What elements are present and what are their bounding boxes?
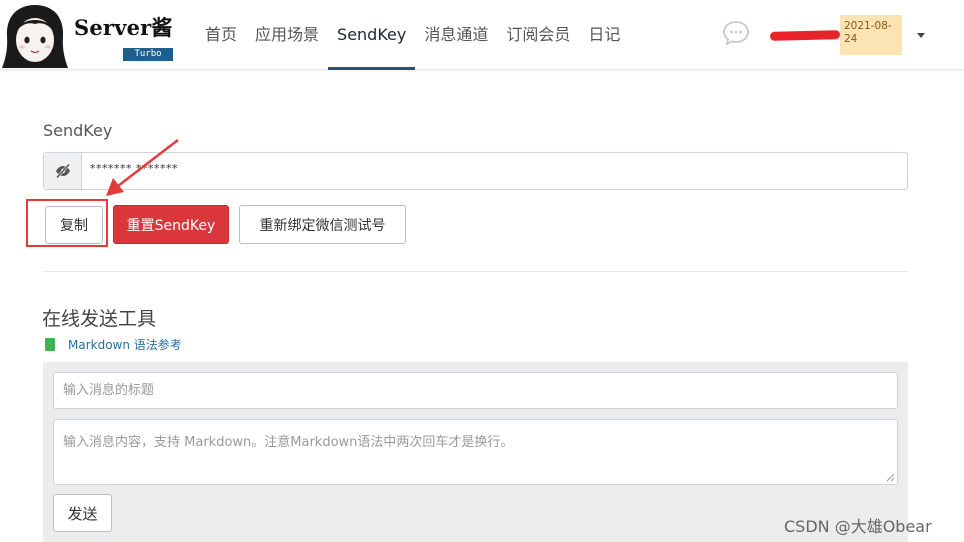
date-badge: 2021-08- 24: [840, 15, 902, 55]
caret-down-icon[interactable]: [917, 33, 925, 38]
reset-sendkey-button[interactable]: 重置SendKey: [113, 205, 229, 244]
tool-title: 在线发送工具: [42, 308, 157, 330]
markdown-reference-link[interactable]: Markdown 语法参考: [45, 336, 182, 352]
nav-sendkey[interactable]: SendKey: [328, 0, 416, 70]
turbo-badge: Turbo: [123, 48, 173, 61]
content-placeholder: 输入消息内容，支持 Markdown。注意Markdown语法中两次回车才是换行…: [63, 435, 514, 450]
date-badge-line1: 2021-08-: [844, 20, 892, 32]
book-icon: [45, 337, 55, 351]
annotation-highlight-box: [26, 199, 108, 247]
resize-grip-icon[interactable]: [886, 473, 895, 482]
message-title-input[interactable]: 输入消息的标题: [53, 372, 898, 409]
main-nav: 首页 应用场景 SendKey 消息通道 订阅会员 日记: [196, 0, 629, 70]
date-badge-line2: 24: [844, 33, 858, 45]
nav-membership[interactable]: 订阅会员: [497, 0, 579, 70]
eye-slash-icon: [56, 163, 70, 179]
nav-scenarios[interactable]: 应用场景: [246, 0, 328, 70]
section-divider: [43, 271, 908, 272]
top-navbar: Server酱 Turbo 首页 应用场景 SendKey 消息通道 订阅会员 …: [0, 0, 964, 70]
toggle-visibility-button[interactable]: [44, 153, 82, 189]
nav-diary[interactable]: 日记: [579, 0, 629, 70]
nav-home[interactable]: 首页: [196, 0, 246, 70]
sendkey-input[interactable]: ******* *******: [90, 162, 890, 175]
markdown-link-label: Markdown 语法参考: [68, 337, 182, 352]
site-title[interactable]: Server酱: [74, 12, 173, 42]
sendkey-label: SendKey: [43, 121, 113, 140]
rebind-wechat-button[interactable]: 重新绑定微信测试号: [239, 205, 406, 244]
redacted-username: [769, 30, 841, 41]
nav-channels[interactable]: 消息通道: [415, 0, 497, 70]
avatar-logo-icon[interactable]: [2, 2, 68, 68]
chat-bubble-icon[interactable]: [721, 19, 751, 47]
send-button[interactable]: 发送: [53, 494, 112, 532]
sendkey-field: ******* *******: [43, 152, 908, 190]
message-content-textarea[interactable]: 输入消息内容，支持 Markdown。注意Markdown语法中两次回车才是换行…: [53, 419, 898, 485]
watermark: CSDN @大雄Obear: [784, 517, 932, 536]
